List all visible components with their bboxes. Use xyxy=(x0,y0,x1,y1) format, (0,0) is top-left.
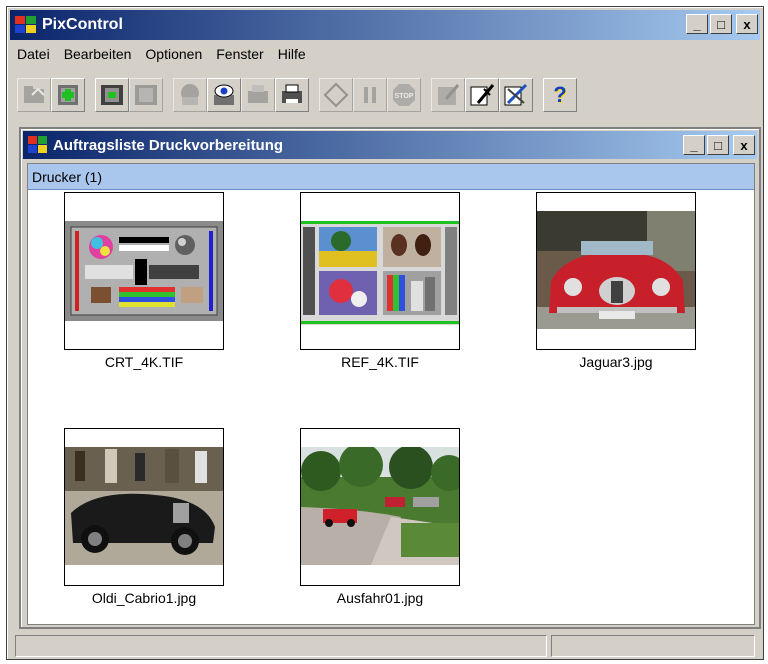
thumbnail-crt-4k[interactable] xyxy=(64,192,224,350)
filmstrip-green-button[interactable] xyxy=(95,78,129,112)
close-icon: x xyxy=(740,137,748,153)
thumbnail-label: Ausfahr01.jpg xyxy=(336,590,424,606)
job-list-window: Auftragsliste Druckvorbereitung _ □ x Dr… xyxy=(19,127,761,629)
menu-optionen[interactable]: Optionen xyxy=(138,46,209,62)
app-icon xyxy=(14,14,38,36)
minimize-button[interactable]: _ xyxy=(686,14,708,34)
minimize-icon: _ xyxy=(690,137,698,153)
thumbnail-oldi-cabrio1[interactable] xyxy=(64,428,224,586)
thumbnail-ausfahr01[interactable] xyxy=(300,428,460,586)
jaguar-photo xyxy=(537,211,695,329)
ausfahr-photo xyxy=(301,447,459,565)
preview-eye-button[interactable] xyxy=(207,78,241,112)
tools-button[interactable] xyxy=(465,78,499,112)
thumbnail-view: Drucker (1) CRT_4K.TIF REF_4K.TIF Jaguar… xyxy=(27,163,755,625)
minimize-icon: _ xyxy=(693,16,701,32)
add-image-button[interactable] xyxy=(51,78,85,112)
printer-group-label: Drucker (1) xyxy=(32,168,103,185)
filmstrip-icon xyxy=(135,85,157,105)
add-image-icon xyxy=(58,85,78,105)
title-bar[interactable]: PixControl _ □ x xyxy=(10,10,760,40)
printer-icon xyxy=(248,85,268,103)
filmstrip-button[interactable] xyxy=(129,78,163,112)
maximize-icon: □ xyxy=(717,16,725,32)
oldi-cabrio-photo xyxy=(65,447,223,565)
maximize-button[interactable]: □ xyxy=(710,14,732,34)
status-bar xyxy=(15,635,759,657)
menu-datei[interactable]: Datei xyxy=(10,46,57,62)
toolbar: STOP ? xyxy=(17,69,577,121)
start-button[interactable] xyxy=(319,78,353,112)
test-chart-image xyxy=(65,221,223,321)
maximize-icon: □ xyxy=(714,137,722,153)
settings-wrench-icon xyxy=(504,83,528,106)
filmstrip-green-icon xyxy=(101,85,123,105)
help-button[interactable]: ? xyxy=(543,78,577,112)
job-list-title: Auftragsliste Druckvorbereitung xyxy=(53,136,284,154)
menu-hilfe[interactable]: Hilfe xyxy=(271,46,313,62)
preview-eye-icon xyxy=(214,84,234,105)
printer-settings-icon xyxy=(181,84,199,105)
status-pane-main xyxy=(15,635,547,657)
pause-button[interactable] xyxy=(353,78,387,112)
thumbnail-label: CRT_4K.TIF xyxy=(104,354,184,370)
edit-icon xyxy=(438,84,460,105)
help-icon: ? xyxy=(553,82,567,107)
thumbnail-label: Jaguar3.jpg xyxy=(579,354,653,370)
thumbnail-label: Oldi_Cabrio1.jpg xyxy=(91,590,197,606)
menu-bearbeiten[interactable]: Bearbeiten xyxy=(57,46,139,62)
import-folder-icon xyxy=(24,86,45,103)
thumbnail-label: REF_4K.TIF xyxy=(341,354,419,370)
thumbnail-jaguar3[interactable] xyxy=(536,192,696,350)
stop-button[interactable]: STOP xyxy=(387,78,421,112)
job-list-icon xyxy=(27,135,49,155)
printer-settings-button[interactable] xyxy=(173,78,207,112)
printer-button[interactable] xyxy=(241,78,275,112)
child-close-button[interactable]: x xyxy=(733,135,755,155)
stop-text: STOP xyxy=(395,93,414,100)
menu-fenster[interactable]: Fenster xyxy=(209,46,270,62)
pixcontrol-window: PixControl _ □ x Datei Bearbeiten Option… xyxy=(6,6,764,660)
status-pane-secondary xyxy=(551,635,755,657)
tools-icon xyxy=(470,84,495,106)
printer-group-header[interactable]: Drucker (1) xyxy=(28,164,754,190)
job-list-title-bar[interactable]: Auftragsliste Druckvorbereitung _ □ x xyxy=(23,131,757,159)
child-minimize-button[interactable]: _ xyxy=(683,135,705,155)
app-title: PixControl xyxy=(42,16,123,33)
child-maximize-button[interactable]: □ xyxy=(707,135,729,155)
edit-button[interactable] xyxy=(431,78,465,112)
close-button[interactable]: x xyxy=(736,14,758,34)
menu-bar: Datei Bearbeiten Optionen Fenster Hilfe xyxy=(10,43,313,65)
print-queue-button[interactable] xyxy=(275,78,309,112)
start-icon xyxy=(323,82,349,108)
import-folder-button[interactable] xyxy=(17,78,51,112)
settings-wrench-button[interactable] xyxy=(499,78,533,112)
stop-icon: STOP xyxy=(393,84,415,106)
close-icon: x xyxy=(743,16,751,32)
thumbnail-ref-4k[interactable] xyxy=(300,192,460,350)
reference-image xyxy=(301,221,459,325)
pause-icon xyxy=(364,87,376,103)
print-queue-icon xyxy=(282,84,302,103)
